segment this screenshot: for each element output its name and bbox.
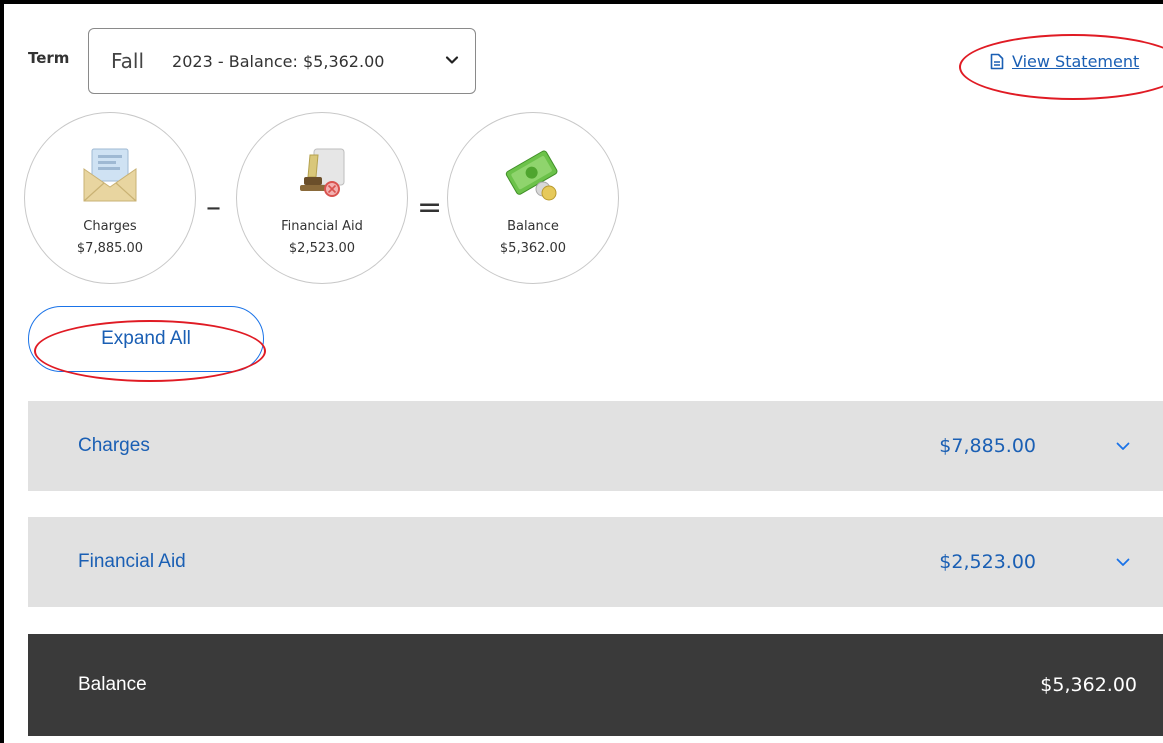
balance-summary-circle: Balance $5,362.00 <box>447 112 619 284</box>
charges-section-header[interactable]: Charges $7,885.00 <box>28 401 1163 491</box>
document-icon <box>990 53 1004 70</box>
term-label: Term <box>28 49 70 67</box>
financial-aid-summary-circle: Financial Aid $2,523.00 <box>236 112 408 284</box>
financial-aid-summary-title: Financial Aid <box>281 219 363 234</box>
financial-aid-section-label: Financial Aid <box>78 551 186 572</box>
charges-summary-title: Charges <box>83 219 137 234</box>
term-select[interactable]: Fall 2023 - Balance: $5,362.00 <box>88 28 476 94</box>
financial-aid-summary-value: $2,523.00 <box>288 241 356 256</box>
envelope-icon <box>83 148 137 202</box>
balance-section-value: $5,362.00 <box>1040 674 1137 696</box>
financial-aid-section-value: $2,523.00 <box>939 551 1036 573</box>
balance-summary-value: $5,362.00 <box>499 241 567 256</box>
expand-all-button[interactable]: Expand All <box>28 306 264 372</box>
expand-all-label: Expand All <box>101 328 191 349</box>
chevron-down-icon[interactable] <box>1115 554 1131 570</box>
charges-summary-value: $7,885.00 <box>76 241 144 256</box>
balance-summary-title: Balance <box>507 219 559 234</box>
chevron-down-icon[interactable] <box>1115 438 1131 454</box>
charges-summary-circle: Charges $7,885.00 <box>24 112 196 284</box>
equals-operator: = <box>417 190 443 225</box>
term-season: Fall <box>111 49 145 73</box>
view-statement-link[interactable]: View Statement <box>990 52 1139 71</box>
view-statement-label: View Statement <box>1012 52 1140 71</box>
charges-section-label: Charges <box>78 435 150 456</box>
financial-aid-section-header[interactable]: Financial Aid $2,523.00 <box>28 517 1163 607</box>
minus-operator: – <box>206 190 221 225</box>
term-detail: 2023 - Balance: $5,362.00 <box>172 51 385 71</box>
money-icon <box>505 150 558 201</box>
chevron-down-icon <box>445 56 459 64</box>
certificate-icon <box>300 148 345 197</box>
balance-section-label: Balance <box>78 674 147 695</box>
charges-section-value: $7,885.00 <box>939 435 1036 457</box>
account-summary-panel: Term Fall 2023 - Balance: $5,362.00 View… <box>0 0 1163 743</box>
balance-section-header: Balance $5,362.00 <box>28 634 1163 736</box>
